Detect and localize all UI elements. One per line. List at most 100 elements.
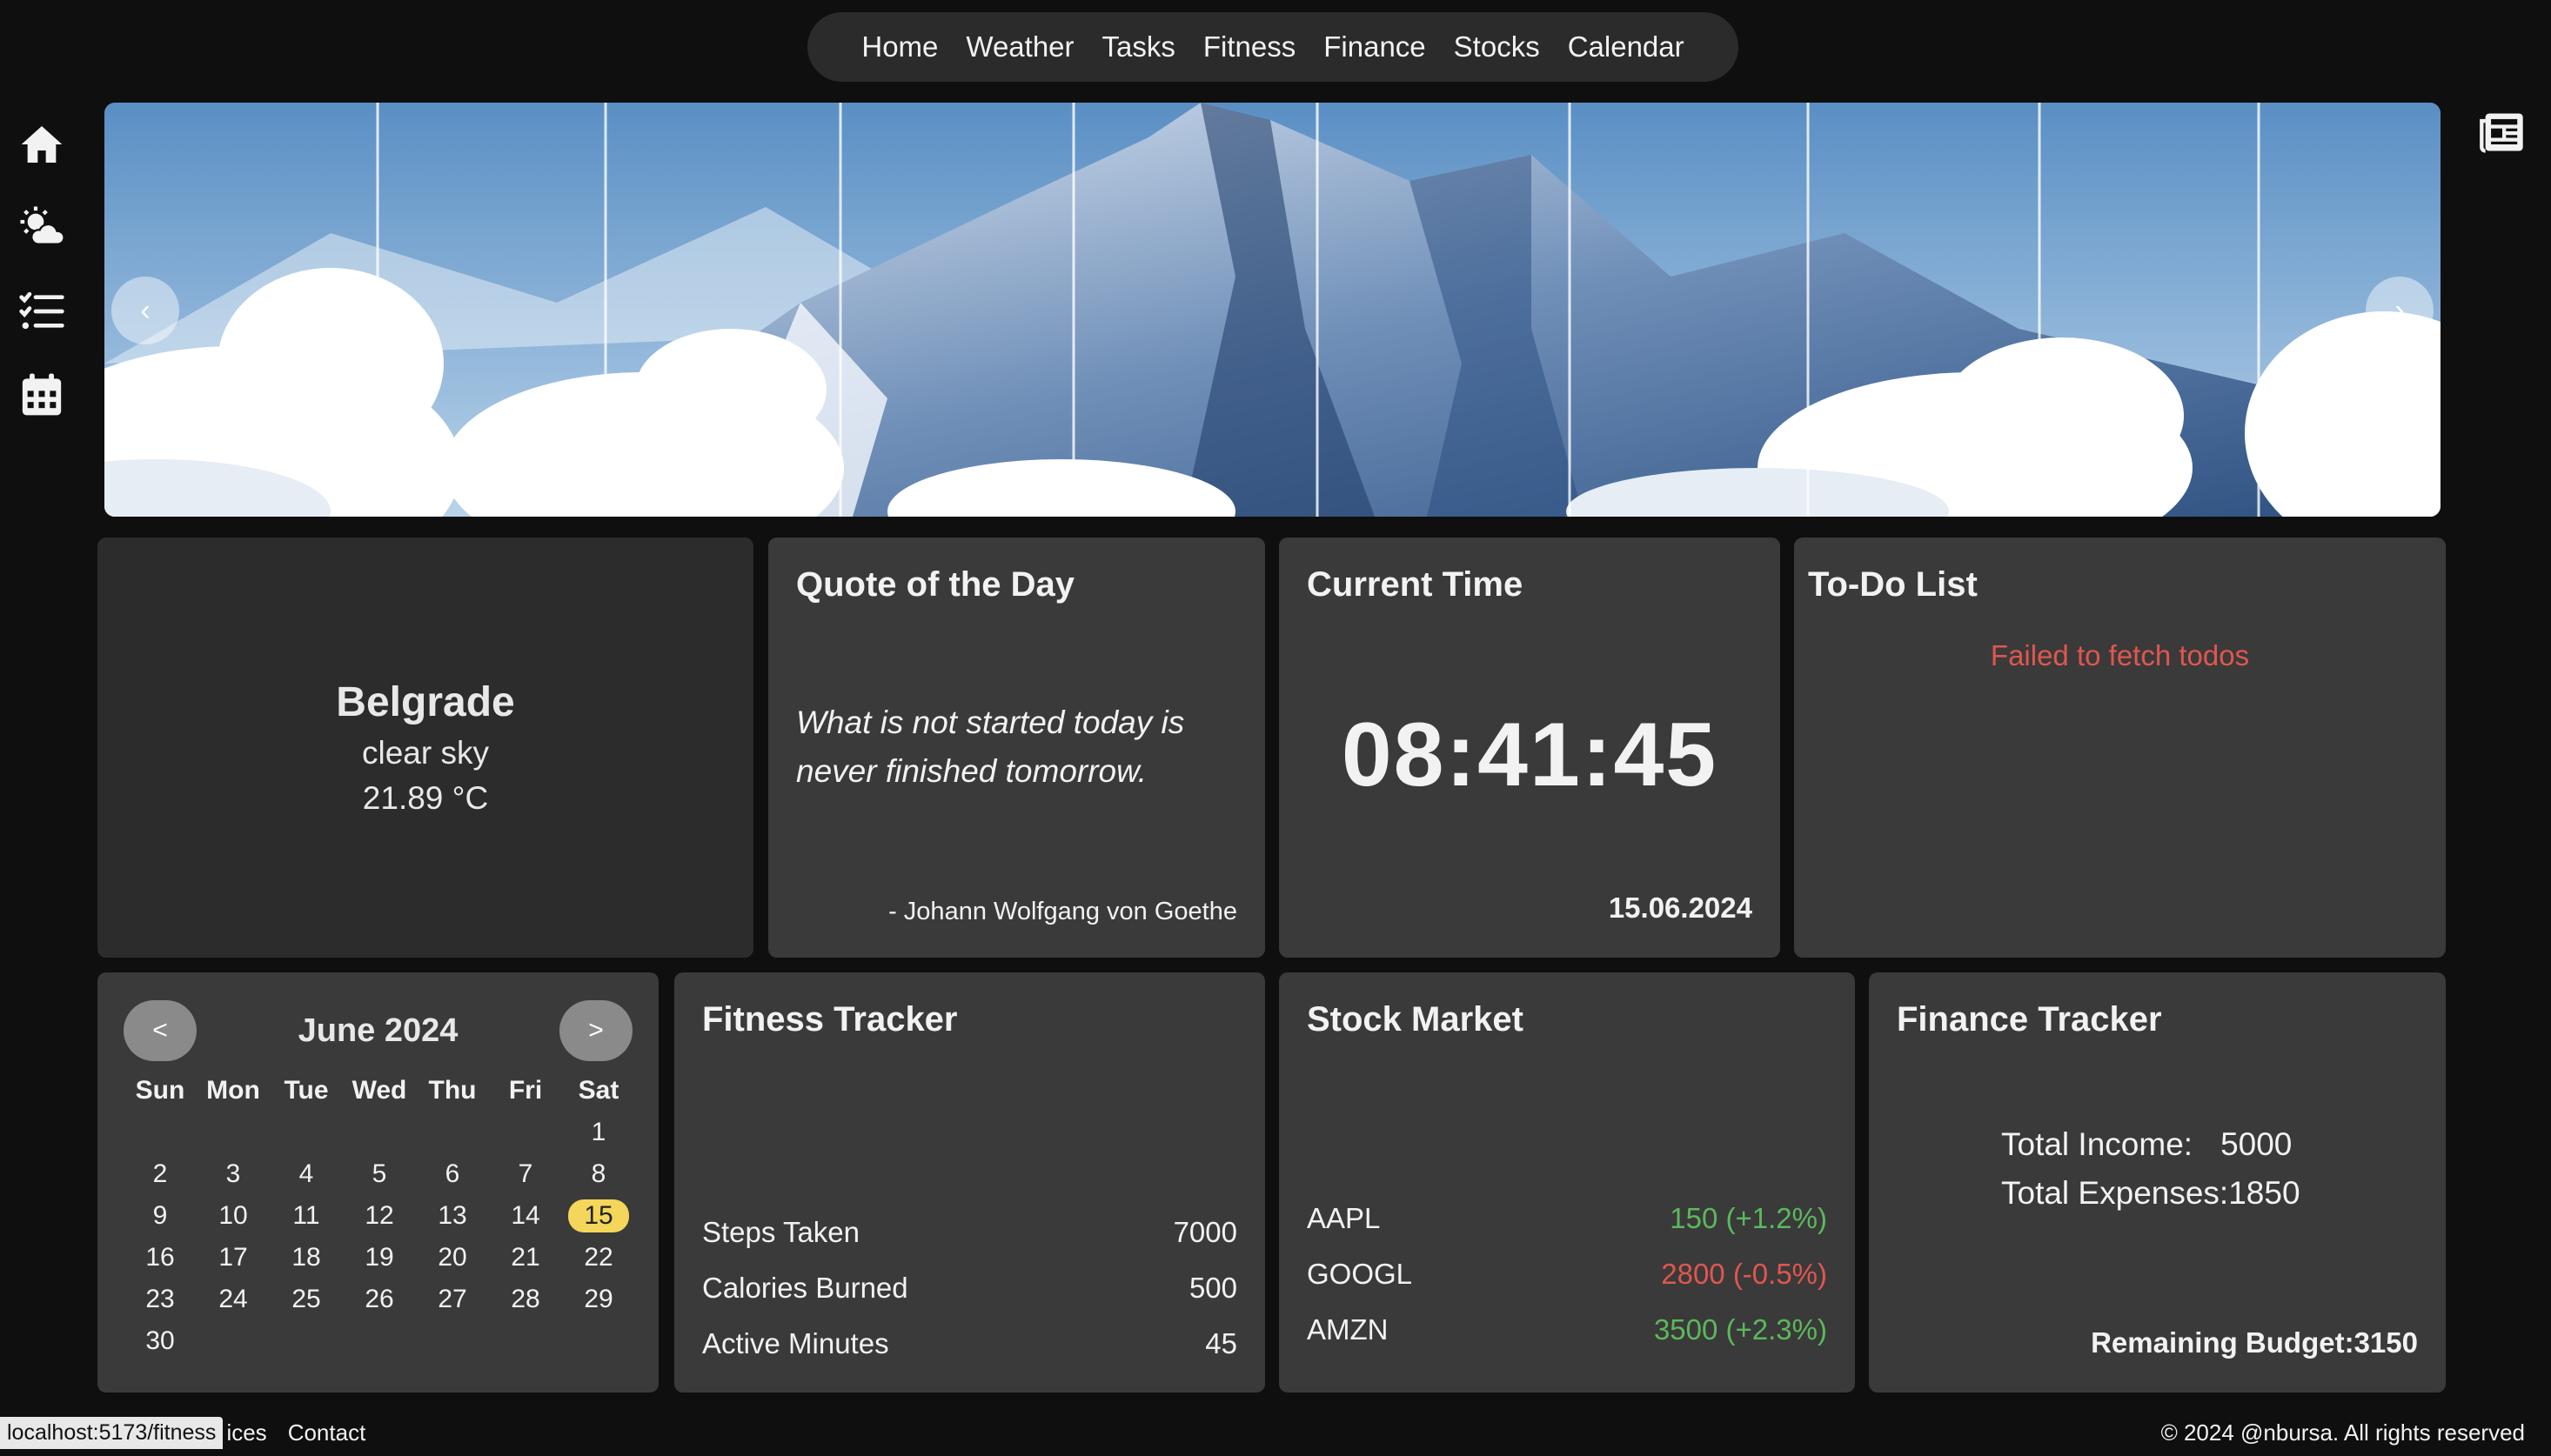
fitness-card: Fitness Tracker Steps Taken 7000 Calorie… xyxy=(674,972,1265,1393)
calendar-blank xyxy=(124,1112,197,1153)
weather-city: Belgrade xyxy=(336,679,515,725)
calendar-day[interactable]: 12 xyxy=(343,1195,416,1237)
quote-text: What is not started today is never finis… xyxy=(796,705,1185,789)
footer-link-contact[interactable]: Contact xyxy=(288,1419,366,1446)
weekday-header: Mon xyxy=(206,1076,260,1105)
mountain-banner-image xyxy=(104,103,2441,517)
expenses-label: Total Expenses: xyxy=(2001,1175,2229,1211)
carousel-prev-button[interactable]: ‹ xyxy=(111,277,179,344)
stock-symbol: GOOGL xyxy=(1307,1258,1413,1290)
weather-icon[interactable] xyxy=(17,204,66,252)
calendar-blank xyxy=(343,1112,416,1153)
calendar-day[interactable]: 24 xyxy=(197,1279,270,1320)
date-display: 15.06.2024 xyxy=(1608,892,1752,924)
nav-finance[interactable]: Finance xyxy=(1323,30,1425,63)
calendar-day[interactable]: 2 xyxy=(124,1153,197,1195)
stock-list: AAPL 150 (+1.2%) GOOGL 2800 (-0.5%) AMZN… xyxy=(1307,1191,1827,1358)
stock-symbol: AMZN xyxy=(1307,1313,1389,1346)
calendar-day[interactable]: 6 xyxy=(416,1153,489,1195)
nav-calendar[interactable]: Calendar xyxy=(1568,30,1684,63)
stock-price: 150 (+1.2%) xyxy=(1670,1202,1827,1234)
calendar-blank xyxy=(489,1112,562,1153)
calendar-icon[interactable] xyxy=(17,371,66,419)
stock-market-card: Stock Market AAPL 150 (+1.2%) GOOGL 2800… xyxy=(1279,972,1855,1393)
current-time-card: Current Time 08:41:45 15.06.2024 xyxy=(1279,538,1780,958)
calendar-blank xyxy=(270,1112,343,1153)
todo-error-message: Failed to fetch todos xyxy=(1990,639,2250,671)
calendar-prev-button[interactable]: < xyxy=(124,1000,197,1061)
calendar-day[interactable]: 19 xyxy=(343,1237,416,1279)
weekday-header: Sun xyxy=(135,1076,185,1105)
calendar-day[interactable]: 4 xyxy=(270,1153,343,1195)
stocks-title: Stock Market xyxy=(1307,1000,1523,1039)
calendar-day[interactable]: 30 xyxy=(124,1320,197,1362)
carousel-next-button[interactable]: › xyxy=(2366,277,2434,344)
calendar-day[interactable]: 26 xyxy=(343,1279,416,1320)
finance-card: Finance Tracker Total Income: 5000 Total … xyxy=(1869,972,2446,1393)
fitness-value: 7000 xyxy=(1173,1216,1237,1248)
calendar-day[interactable]: 17 xyxy=(197,1237,270,1279)
calendar-day[interactable]: 9 xyxy=(124,1195,197,1237)
fitness-row: Active Minutes 45 xyxy=(702,1316,1237,1372)
calendar-day[interactable]: 8 xyxy=(562,1153,635,1195)
calendar-day[interactable]: 18 xyxy=(270,1237,343,1279)
home-icon[interactable] xyxy=(17,120,66,169)
calendar-day[interactable]: 23 xyxy=(124,1279,197,1320)
footer-copyright: © 2024 @nbursa. All rights reserved xyxy=(2160,1419,2525,1446)
calendar-day[interactable]: 1 xyxy=(562,1112,635,1153)
calendar-day[interactable]: 27 xyxy=(416,1279,489,1320)
nav-fitness[interactable]: Fitness xyxy=(1203,30,1296,63)
calendar-day[interactable]: 13 xyxy=(416,1195,489,1237)
calendar-next-button[interactable]: > xyxy=(559,1000,633,1061)
calendar-card: < June 2024 > Sun Mon Tue Wed Thu Fri Sat 1 2 3 4 5… xyxy=(97,972,659,1393)
image-carousel: ‹ › xyxy=(104,103,2441,517)
nav-home[interactable]: Home xyxy=(861,30,938,63)
remaining-value: 3150 xyxy=(2353,1326,2418,1359)
remaining-budget: Remaining Budget:3150 xyxy=(2091,1326,2418,1359)
clock-display: 08:41:45 xyxy=(1341,705,1718,805)
finance-title: Finance Tracker xyxy=(1897,1000,2162,1039)
tasks-icon[interactable] xyxy=(17,287,66,336)
fitness-value: 45 xyxy=(1205,1327,1237,1359)
nav-stocks[interactable]: Stocks xyxy=(1454,30,1540,63)
calendar-day-today[interactable]: 15 xyxy=(562,1195,635,1237)
stock-row: GOOGL 2800 (-0.5%) xyxy=(1307,1246,1827,1302)
calendar-day[interactable]: 21 xyxy=(489,1237,562,1279)
calendar-grid: Sun Mon Tue Wed Thu Fri Sat 1 2 3 4 5 6 7 8 9 10 11 12 13 14… xyxy=(124,1070,633,1362)
stock-price: 3500 (+2.3%) xyxy=(1653,1313,1827,1346)
fitness-value: 500 xyxy=(1188,1272,1237,1304)
time-title: Current Time xyxy=(1307,565,1523,604)
calendar-blank xyxy=(416,1112,489,1153)
calendar-day[interactable]: 16 xyxy=(124,1237,197,1279)
calendar-day[interactable]: 7 xyxy=(489,1153,562,1195)
stock-row: AAPL 150 (+1.2%) xyxy=(1307,1191,1827,1246)
calendar-day[interactable]: 22 xyxy=(562,1237,635,1279)
calendar-day[interactable]: 5 xyxy=(343,1153,416,1195)
calendar-day[interactable]: 28 xyxy=(489,1279,562,1320)
fitness-row: Steps Taken 7000 xyxy=(702,1205,1237,1260)
income-label: Total Income: xyxy=(2001,1126,2193,1162)
remaining-label: Remaining Budget: xyxy=(2091,1326,2354,1359)
quote-card: Quote of the Day What is not started tod… xyxy=(768,538,1265,958)
todo-title: To-Do List xyxy=(1808,565,1978,604)
calendar-blank xyxy=(197,1112,270,1153)
quote-author: - Johann Wolfgang von Goethe xyxy=(888,898,1237,925)
calendar-day[interactable]: 29 xyxy=(562,1279,635,1320)
calendar-day[interactable]: 25 xyxy=(270,1279,343,1320)
stock-symbol: AAPL xyxy=(1307,1202,1381,1234)
calendar-day[interactable]: 20 xyxy=(416,1237,489,1279)
calendar-day[interactable]: 3 xyxy=(197,1153,270,1195)
calendar-day[interactable]: 14 xyxy=(489,1195,562,1237)
fitness-title: Fitness Tracker xyxy=(702,1000,958,1039)
newspaper-icon[interactable] xyxy=(2478,110,2527,155)
calendar-day[interactable]: 11 xyxy=(270,1195,343,1237)
fitness-row: Calories Burned 500 xyxy=(702,1260,1237,1316)
footer-link-services[interactable]: ices xyxy=(226,1419,266,1446)
expenses-value: 1850 xyxy=(2228,1175,2300,1211)
nav-weather[interactable]: Weather xyxy=(966,30,1074,63)
todo-card: To-Do List Failed to fetch todos xyxy=(1794,538,2446,958)
nav-tasks[interactable]: Tasks xyxy=(1102,30,1175,63)
calendar-month-title: June 2024 xyxy=(298,1012,459,1049)
calendar-day[interactable]: 10 xyxy=(197,1195,270,1237)
stock-row: AMZN 3500 (+2.3%) xyxy=(1307,1302,1827,1358)
